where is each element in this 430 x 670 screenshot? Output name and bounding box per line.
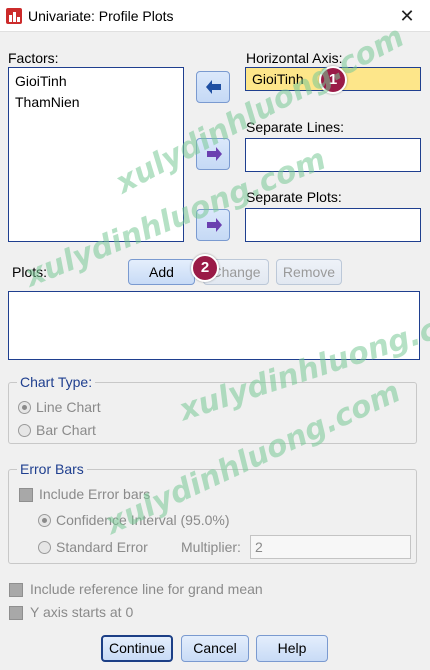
- multiplier-field[interactable]: 2: [250, 535, 411, 559]
- plots-label: Plots:: [12, 264, 48, 280]
- horizontal-axis-value: GioiTinh: [252, 71, 304, 87]
- move-to-separate-lines-button[interactable]: [196, 138, 230, 170]
- arrow-right-icon: [207, 218, 222, 232]
- include-error-bars-checkbox[interactable]: [19, 488, 33, 502]
- remove-button[interactable]: Remove: [276, 259, 342, 285]
- annotation-badge-1: 1: [319, 66, 347, 94]
- factors-label: Factors:: [8, 50, 59, 66]
- bar-chart-radio[interactable]: [18, 424, 31, 437]
- standard-error-radio[interactable]: [38, 541, 51, 554]
- help-button[interactable]: Help: [256, 635, 328, 662]
- title-bar: Univariate: Profile Plots ✕: [0, 0, 430, 32]
- confidence-interval-label: Confidence Interval (95.0%): [56, 512, 230, 528]
- horizontal-axis-label: Horizontal Axis:: [246, 50, 343, 66]
- add-button[interactable]: Add: [128, 259, 195, 285]
- arrow-right-icon: [207, 147, 222, 161]
- cancel-button[interactable]: Cancel: [181, 635, 249, 662]
- spss-app-icon: [6, 8, 22, 24]
- close-button[interactable]: ✕: [394, 3, 420, 29]
- separate-lines-label: Separate Lines:: [246, 119, 345, 135]
- list-item[interactable]: GioiTinh: [9, 71, 183, 92]
- list-item[interactable]: ThamNien: [9, 92, 183, 113]
- separate-plots-label: Separate Plots:: [246, 189, 342, 205]
- line-chart-radio[interactable]: [18, 401, 31, 414]
- line-chart-label: Line Chart: [36, 399, 101, 415]
- move-to-horizontal-axis-button[interactable]: [196, 71, 230, 103]
- grand-mean-label: Include reference line for grand mean: [30, 581, 263, 597]
- chart-type-title: Chart Type:: [17, 374, 96, 390]
- separate-lines-field[interactable]: [245, 138, 421, 172]
- window-title: Univariate: Profile Plots: [28, 8, 174, 24]
- confidence-interval-radio[interactable]: [38, 514, 51, 527]
- y-axis-zero-checkbox[interactable]: [9, 606, 23, 620]
- move-to-separate-plots-button[interactable]: [196, 209, 230, 241]
- grand-mean-checkbox[interactable]: [9, 583, 23, 597]
- continue-button[interactable]: Continue: [101, 635, 173, 662]
- multiplier-label: Multiplier:: [181, 539, 241, 555]
- plots-list[interactable]: [8, 291, 420, 360]
- bar-chart-label: Bar Chart: [36, 422, 96, 438]
- annotation-badge-2: 2: [191, 254, 219, 282]
- error-bars-title: Error Bars: [17, 461, 87, 477]
- separate-plots-field[interactable]: [245, 208, 421, 242]
- include-error-bars-label: Include Error bars: [39, 486, 151, 502]
- standard-error-label: Standard Error: [56, 539, 148, 555]
- factors-list[interactable]: GioiTinh ThamNien: [8, 67, 184, 242]
- y-axis-zero-label: Y axis starts at 0: [30, 604, 134, 620]
- arrow-left-icon: [206, 80, 221, 94]
